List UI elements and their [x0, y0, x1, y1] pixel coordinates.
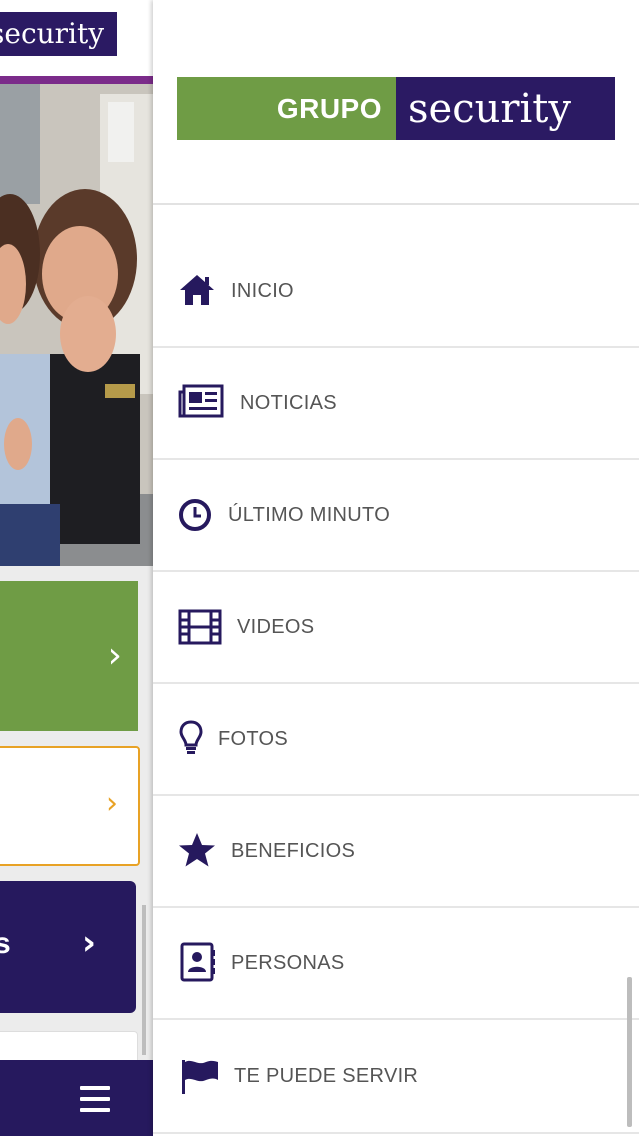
- brand-logo-right: security: [396, 77, 615, 140]
- chevron-right-icon: ›: [106, 786, 118, 821]
- lightbulb-icon: [179, 720, 203, 756]
- background-scrollbar: [142, 905, 146, 1055]
- background-bottom-bar: [0, 1060, 153, 1136]
- menu-item-personas[interactable]: PERSONAS: [153, 908, 639, 1020]
- contact-book-icon: [178, 942, 216, 982]
- menu-item-label: INICIO: [231, 279, 294, 302]
- chevron-right-icon: ›: [81, 923, 96, 963]
- menu-item-videos[interactable]: VIDEOS: [153, 572, 639, 684]
- background-navy-card[interactable]: s ›: [0, 881, 136, 1013]
- background-green-card[interactable]: ›: [0, 581, 138, 731]
- menu-item-label: NOTICIAS: [240, 391, 337, 414]
- menu-item-te-puede-servir[interactable]: TE PUEDE SERVIR: [153, 1020, 639, 1134]
- menu-item-inicio[interactable]: INICIO: [153, 236, 639, 348]
- chevron-right-icon: ›: [107, 635, 122, 676]
- menu-item-ultimo-minuto[interactable]: ÚLTIMO MINUTO: [153, 460, 639, 572]
- menu-item-label: PERSONAS: [231, 951, 345, 974]
- menu-item-fotos[interactable]: FOTOS: [153, 684, 639, 796]
- drawer-header: GRUPO security: [153, 0, 639, 205]
- grupo-security-logo: GRUPO security: [177, 77, 615, 140]
- newspaper-icon: [178, 384, 224, 418]
- film-icon: [178, 609, 222, 645]
- menu-item-label: VIDEOS: [237, 615, 315, 638]
- hamburger-menu-icon[interactable]: [80, 1086, 110, 1119]
- flag-icon: [180, 1058, 220, 1094]
- star-icon: [178, 832, 216, 868]
- background-orange-card[interactable]: ›: [0, 746, 140, 866]
- brand-logo-left: GRUPO: [177, 77, 396, 140]
- background-accent-line: [0, 76, 153, 84]
- menu-item-label: FOTOS: [218, 727, 289, 750]
- drawer-menu-list: INICIO NOTICIAS ÚLTIMO MINUTO VIDEOS FOT…: [153, 236, 639, 1134]
- navigation-drawer: GRUPO security INICIO NOTICIAS ÚLTIMO MI…: [153, 0, 639, 1136]
- background-topbar: security: [0, 0, 153, 78]
- background-screen: security › › s ›: [0, 0, 153, 1136]
- menu-item-label: ÚLTIMO MINUTO: [228, 503, 391, 526]
- menu-item-label: BENEFICIOS: [231, 839, 356, 862]
- menu-item-beneficios[interactable]: BENEFICIOS: [153, 796, 639, 908]
- background-card-text-fragment: s: [0, 927, 11, 960]
- background-photo: [0, 84, 153, 566]
- home-icon: [178, 273, 216, 307]
- drawer-scrollbar[interactable]: [627, 977, 632, 1127]
- menu-item-label: TE PUEDE SERVIR: [234, 1064, 419, 1087]
- background-logo: security: [0, 12, 117, 56]
- menu-item-noticias[interactable]: NOTICIAS: [153, 348, 639, 460]
- clock-icon: [178, 498, 212, 532]
